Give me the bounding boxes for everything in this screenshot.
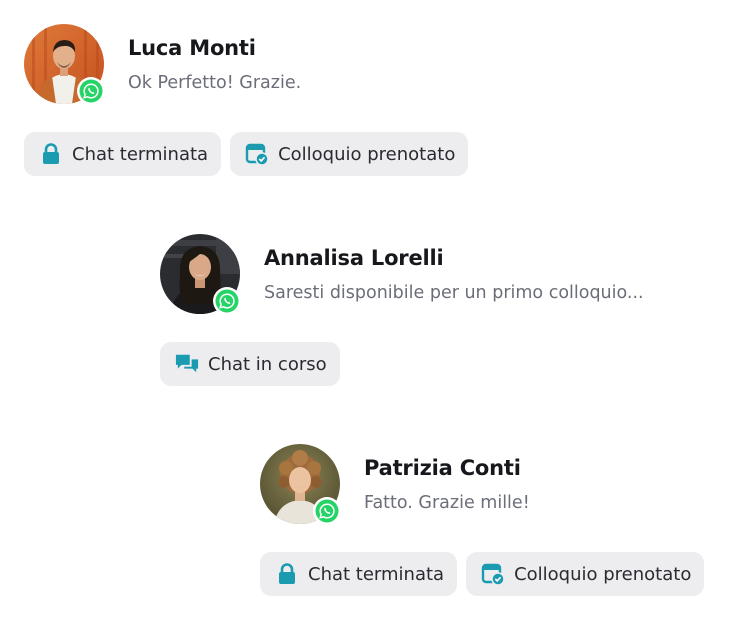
chat-terminated-chip[interactable]: Chat terminata [24, 132, 222, 176]
calendar-check-icon [245, 142, 269, 166]
calendar-check-icon [481, 562, 505, 586]
chip-label: Chat in corso [208, 353, 327, 375]
chip-label: Chat terminata [72, 143, 209, 165]
chip-label: Chat terminata [308, 563, 445, 585]
last-message: Saresti disponibile per un primo colloqu… [264, 283, 644, 303]
contact-name: Patrizia Conti [364, 456, 521, 480]
chat-in-progress-chip[interactable]: Chat in corso [160, 342, 340, 386]
status-chips: Chat in corso [160, 342, 340, 386]
lock-icon [39, 142, 63, 166]
lock-icon [275, 562, 299, 586]
status-chips: Chat terminata Colloquio prenotato [24, 132, 469, 176]
chip-label: Colloquio prenotato [278, 143, 456, 165]
avatar-wrapper [260, 444, 341, 525]
avatar-wrapper [24, 24, 105, 105]
avatar-wrapper [160, 234, 241, 315]
status-chips: Chat terminata Colloquio prenotato [260, 552, 705, 596]
whatsapp-icon [77, 77, 105, 105]
whatsapp-icon [213, 287, 241, 315]
chat-bubbles-icon [175, 352, 199, 376]
whatsapp-icon [313, 497, 341, 525]
chat-terminated-chip[interactable]: Chat terminata [260, 552, 458, 596]
chip-label: Colloquio prenotato [514, 563, 692, 585]
last-message: Fatto. Grazie mille! [364, 493, 530, 513]
interview-booked-chip[interactable]: Colloquio prenotato [466, 552, 705, 596]
interview-booked-chip[interactable]: Colloquio prenotato [230, 132, 469, 176]
last-message: Ok Perfetto! Grazie. [128, 73, 302, 93]
contact-name: Annalisa Lorelli [264, 246, 444, 270]
contact-name: Luca Monti [128, 36, 256, 60]
